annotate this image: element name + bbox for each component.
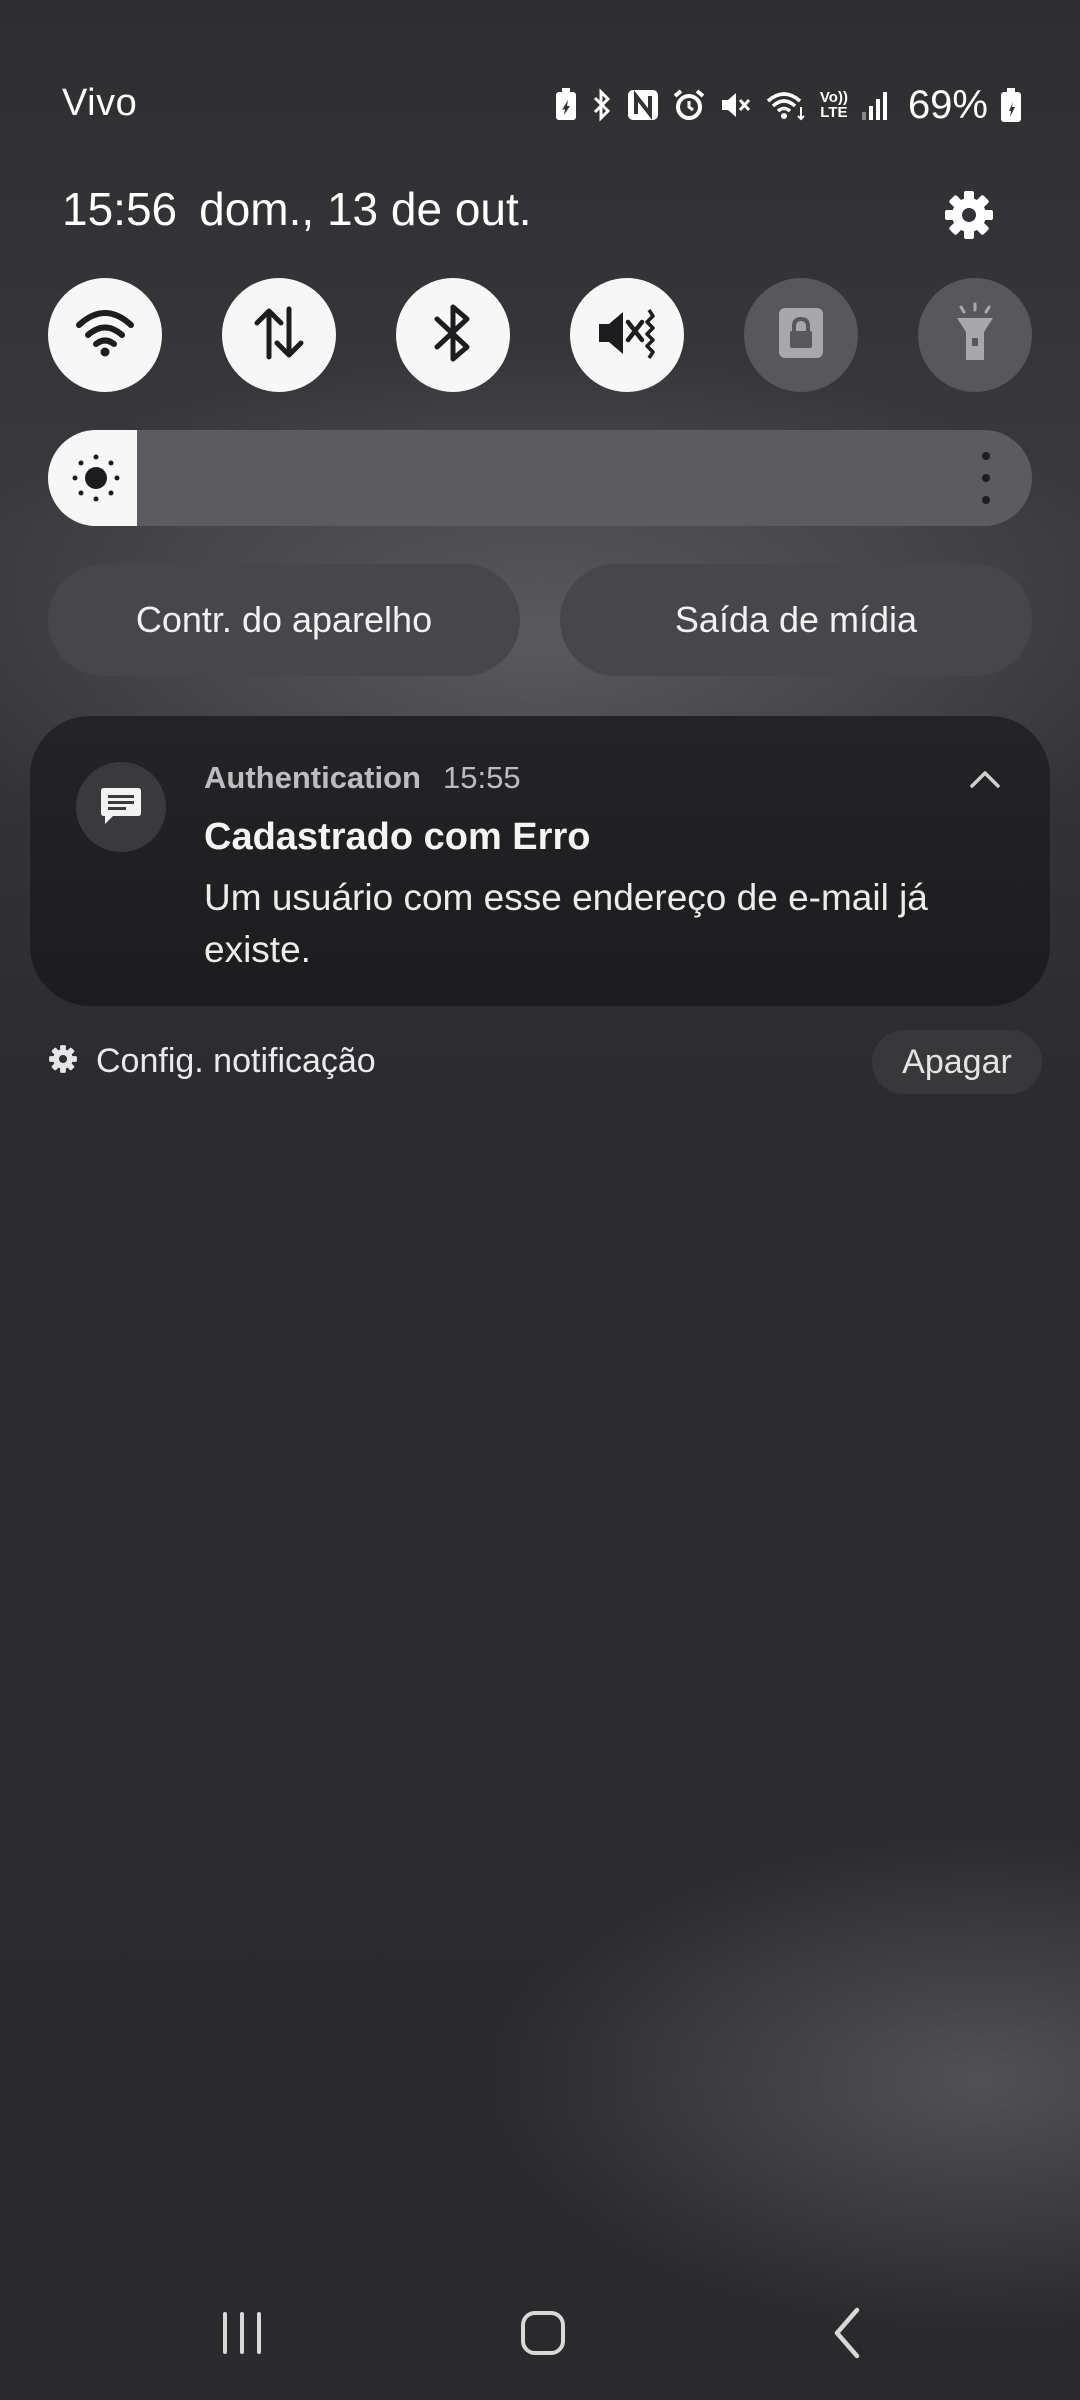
recent-apps-icon bbox=[217, 2310, 267, 2361]
bluetooth-icon bbox=[431, 303, 475, 368]
media-output-button[interactable]: Saída de mídia bbox=[560, 564, 1032, 676]
home-icon bbox=[518, 2308, 568, 2363]
wifi-icon bbox=[764, 88, 808, 122]
chevron-up-icon[interactable] bbox=[964, 762, 1006, 796]
navigation-bar bbox=[0, 2280, 1080, 2400]
notification-app-name: Authentication bbox=[204, 760, 421, 795]
gear-icon bbox=[943, 189, 995, 246]
sound-toggle[interactable] bbox=[570, 278, 684, 392]
bluetooth-icon bbox=[590, 88, 614, 122]
recent-apps-button[interactable] bbox=[197, 2300, 287, 2370]
sun-icon bbox=[68, 450, 124, 506]
device-control-button[interactable]: Contr. do aparelho bbox=[48, 564, 520, 676]
wifi-toggle[interactable] bbox=[48, 278, 162, 392]
brightness-more-button[interactable] bbox=[978, 452, 994, 504]
mobile-data-toggle[interactable] bbox=[222, 278, 336, 392]
flashlight-icon bbox=[953, 302, 997, 369]
alarm-icon bbox=[672, 88, 706, 122]
wifi-icon bbox=[75, 307, 135, 364]
gear-icon bbox=[48, 1044, 78, 1079]
back-icon bbox=[827, 2306, 867, 2365]
battery-percent: 69% bbox=[907, 82, 988, 127]
quick-toggles bbox=[48, 278, 1032, 392]
rotation-lock-toggle[interactable] bbox=[744, 278, 858, 392]
bluetooth-toggle[interactable] bbox=[396, 278, 510, 392]
clear-notifications-button[interactable]: Apagar bbox=[872, 1030, 1042, 1094]
battery-saver-icon bbox=[554, 88, 578, 122]
notification-card[interactable]: Authentication 15:55 Cadastrado com Erro… bbox=[30, 716, 1050, 1006]
back-button[interactable] bbox=[802, 2300, 892, 2370]
notification-body: Um usuário com esse endereço de e-mail j… bbox=[204, 877, 928, 970]
mute-vibrate-icon bbox=[595, 304, 659, 367]
volte-icon: Vo)) LTE bbox=[819, 89, 848, 121]
settings-button[interactable] bbox=[934, 182, 1004, 252]
mute-icon bbox=[718, 88, 752, 122]
notification-title: Cadastrado com Erro bbox=[204, 816, 591, 858]
nfc-icon bbox=[626, 88, 660, 122]
datetime-header: 15:56 dom., 13 de out. bbox=[62, 182, 532, 236]
notification-settings-link[interactable]: Config. notificação bbox=[48, 1042, 376, 1081]
home-button[interactable] bbox=[498, 2300, 588, 2370]
battery-icon bbox=[1000, 87, 1022, 123]
lock-icon bbox=[777, 306, 825, 365]
data-arrows-icon bbox=[249, 305, 309, 366]
flashlight-toggle[interactable] bbox=[918, 278, 1032, 392]
notification-time: 15:55 bbox=[443, 760, 521, 795]
signal-icon bbox=[860, 88, 890, 122]
clock-time: 15:56 bbox=[62, 183, 178, 235]
brightness-slider[interactable] bbox=[48, 430, 1032, 526]
notification-settings-label: Config. notificação bbox=[96, 1042, 376, 1080]
carrier-name: Vivo bbox=[62, 82, 138, 124]
status-icons: Vo)) LTE 69% bbox=[554, 80, 1022, 130]
status-bar: Vivo Vo)) LTE 69% bbox=[0, 0, 1080, 200]
notification-app-icon bbox=[76, 762, 166, 852]
date-label: dom., 13 de out. bbox=[199, 183, 532, 235]
